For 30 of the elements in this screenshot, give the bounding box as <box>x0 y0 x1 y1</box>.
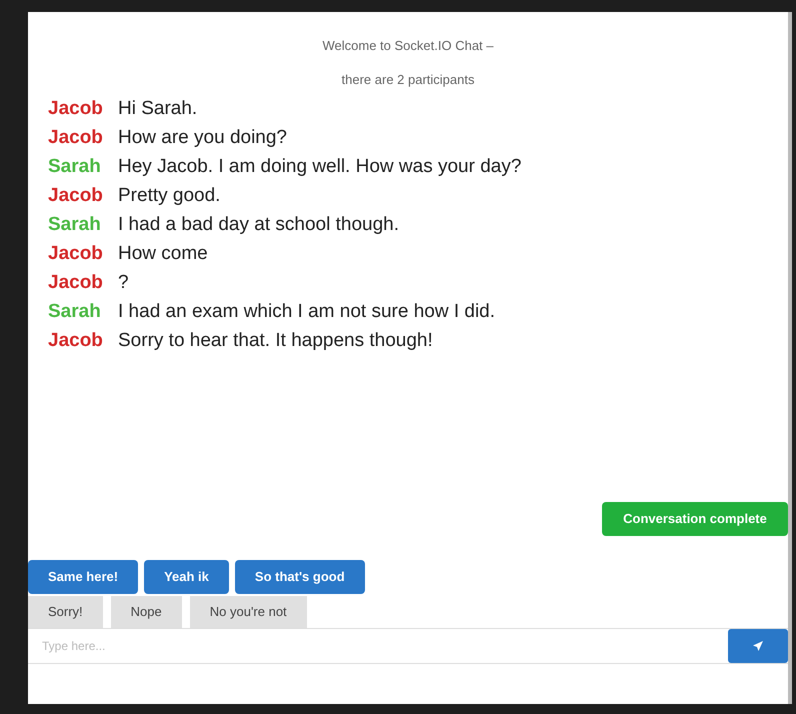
suggestion-button[interactable]: Sorry! <box>28 596 103 628</box>
message-text: ? <box>118 271 129 295</box>
quick-reply-button[interactable]: Same here! <box>28 560 138 594</box>
message-text: Hi Sarah. <box>118 97 198 121</box>
conversation-complete-button[interactable]: Conversation complete <box>602 502 788 536</box>
quick-reply-button[interactable]: Yeah ik <box>144 560 229 594</box>
sender-name: Jacob <box>48 271 104 295</box>
message-text: I had an exam which I am not sure how I did. <box>118 300 496 324</box>
send-icon <box>752 640 764 652</box>
suggestion-button[interactable]: Nope <box>110 596 182 628</box>
sender-name: Sarah <box>48 213 102 237</box>
sender-name: Sarah <box>48 155 102 179</box>
message-text: How come <box>118 242 208 266</box>
sender-name: Jacob <box>48 184 104 208</box>
sender-name: Jacob <box>48 242 104 266</box>
message-text: How are you doing? <box>118 126 287 150</box>
sender-name: Jacob <box>48 126 104 150</box>
welcome-text: Welcome to Socket.IO Chat – <box>322 37 494 55</box>
quick-reply-button[interactable]: So that's good <box>234 560 365 594</box>
message-text: I had a bad day at school though. <box>118 213 399 237</box>
message-text: Sorry to hear that. It happens though! <box>118 329 433 353</box>
message-text: Pretty good. <box>118 184 220 208</box>
send-button[interactable] <box>728 629 788 663</box>
sender-name: Jacob <box>48 97 104 121</box>
sender-name: Sarah <box>48 300 102 324</box>
message-input[interactable]: Type here... <box>28 629 728 663</box>
sender-name: Jacob <box>48 329 104 353</box>
message-text: Hey Jacob. I am doing well. How was your day? <box>118 155 522 179</box>
suggestion-button[interactable]: No you're not <box>190 596 307 628</box>
participants-text: there are 2 participants <box>342 70 474 89</box>
